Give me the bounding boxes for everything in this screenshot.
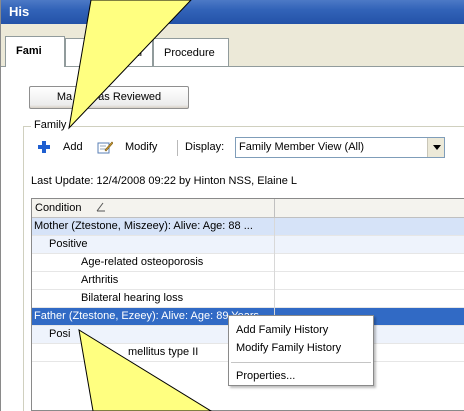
tab-family-label: Fami (16, 45, 42, 57)
tab-medical-label: cal (128, 47, 143, 59)
row-text: Bilateral hearing loss (81, 292, 184, 304)
table-row[interactable]: Mother (Ztestone, Miszeey): Alive: Age: … (32, 218, 464, 236)
mark-reviewed-label-left: Ma (56, 91, 73, 103)
menu-separator (231, 362, 371, 363)
tab-procedure[interactable]: Procedure (153, 38, 229, 66)
sort-ascending-icon (96, 202, 105, 212)
column-divider[interactable] (274, 199, 275, 218)
display-view-value: Family Member View (All) (239, 141, 365, 153)
display-label: Display: (185, 141, 225, 153)
grid-header: Condition (32, 199, 464, 218)
row-text: Age-related osteoporosis (81, 256, 204, 268)
tab-medical[interactable]: cal (65, 38, 153, 66)
row-text: Mother (Ztestone, Miszeey): Alive: Age: … (34, 220, 253, 232)
modify-pencil-icon[interactable] (97, 140, 113, 154)
display-view-select[interactable]: Family Member View (All) (235, 137, 445, 158)
row-text: mellitus type II (128, 346, 199, 358)
family-history-window: His Fami cal Procedure Ma as Reviewed Fam… (0, 0, 464, 411)
add-button[interactable]: Add (63, 141, 83, 153)
mark-reviewed-label-right: as Reviewed (98, 91, 162, 103)
window-title: His (9, 4, 30, 19)
add-plus-icon[interactable] (38, 141, 50, 153)
chevron-down-icon[interactable] (427, 138, 444, 157)
row-text: Father (Ztestone, Ezeey): Alive: Age: 89… (34, 310, 260, 322)
tab-family[interactable]: Fami (5, 36, 65, 67)
mark-all-reviewed-button[interactable]: Ma as Reviewed (29, 86, 189, 109)
row-text: Positive (49, 238, 88, 250)
condition-column-header[interactable]: Condition (35, 202, 81, 214)
table-row[interactable]: Bilateral hearing loss (32, 290, 464, 308)
table-row[interactable]: Age-related osteoporosis (32, 254, 464, 272)
context-menu: Add Family History Modify Family History… (228, 315, 374, 386)
last-update-text: Last Update: 12/4/2008 09:22 by Hinton N… (31, 175, 298, 187)
toolbar-separator (177, 140, 178, 156)
menu-item-add-family-history[interactable]: Add Family History (229, 321, 373, 339)
table-row[interactable]: Arthritis (32, 272, 464, 290)
title-bar[interactable]: His (1, 0, 464, 24)
row-text: Arthritis (81, 274, 119, 286)
family-group-label: Family (31, 119, 70, 131)
tab-procedure-label: Procedure (164, 47, 215, 59)
modify-button[interactable]: Modify (125, 141, 157, 153)
column-divider (274, 218, 275, 322)
row-text: Posi (49, 328, 71, 340)
menu-item-properties[interactable]: Properties... (229, 367, 373, 385)
menu-item-modify-family-history[interactable]: Modify Family History (229, 339, 373, 357)
tab-strip: Fami cal Procedure (1, 36, 464, 67)
table-row[interactable]: Positive (32, 236, 464, 254)
